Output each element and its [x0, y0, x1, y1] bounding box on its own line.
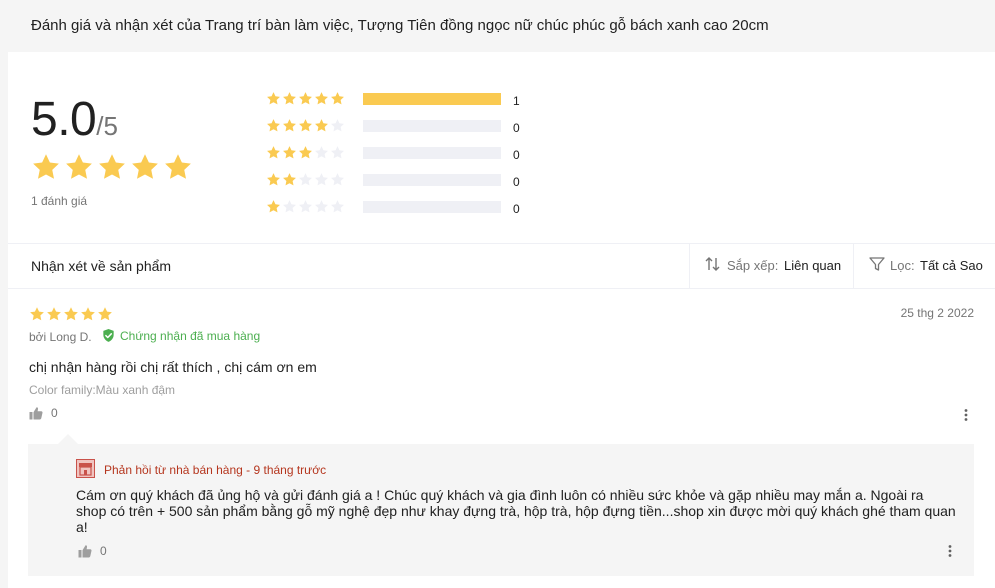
filter-button[interactable]: Lọc: Tất cả Sao [853, 244, 995, 288]
star-icon [66, 154, 92, 179]
sort-label: Sắp xếp: [727, 258, 779, 273]
more-vertical-icon[interactable] [942, 543, 958, 559]
sort-value: Liên quan [784, 258, 842, 273]
like-count: 0 [51, 406, 58, 420]
filter-funnel-icon [869, 257, 885, 271]
distribution-bar [363, 147, 501, 159]
distribution-stars [266, 145, 345, 160]
distribution-stars [266, 172, 345, 187]
star-icon [331, 173, 344, 186]
sort-arrows-icon [705, 257, 720, 271]
verified-label: Chứng nhận đã mua hàng [120, 328, 261, 343]
distribution-row-2-star[interactable]: 0 [266, 171, 566, 198]
star-icon [267, 200, 280, 213]
star-icon [33, 154, 59, 179]
reviews-panel: 5.0/5 1 đánh giá 1 0 0 0 0 Nhận xét về sản p… [8, 52, 995, 588]
rating-count: 1 đánh giá [31, 194, 88, 208]
star-icon [331, 92, 344, 105]
rating-distribution: 1 0 0 0 0 [266, 90, 566, 225]
sort-button[interactable]: Sắp xếp: Liên quan [689, 244, 853, 288]
star-icon [283, 200, 296, 213]
distribution-bar [363, 120, 501, 132]
distribution-row-5-star[interactable]: 1 [266, 90, 566, 117]
distribution-bar [363, 174, 501, 186]
distribution-stars [266, 91, 345, 106]
average-score: 5.0/5 [31, 92, 118, 147]
seller-shop-icon [76, 459, 95, 478]
star-icon [315, 92, 328, 105]
distribution-bar-fill [363, 93, 501, 105]
review-date: 25 thg 2 2022 [900, 306, 974, 320]
verified-purchase-badge: Chứng nhận đã mua hàng [101, 328, 260, 343]
distribution-count: 0 [513, 148, 520, 162]
star-icon [283, 146, 296, 159]
reviews-toolbar: Nhận xét về sản phẩm Sắp xếp: Liên quan … [8, 243, 995, 289]
star-icon [299, 200, 312, 213]
star-icon [315, 173, 328, 186]
star-icon [267, 92, 280, 105]
review-author: bởi Long D. [29, 330, 92, 344]
distribution-row-1-star[interactable]: 0 [266, 198, 566, 225]
seller-reply: Phản hồi từ nhà bán hàng - 9 tháng trước… [28, 434, 974, 576]
star-icon [299, 92, 312, 105]
star-icon [331, 200, 344, 213]
star-icon [299, 173, 312, 186]
distribution-row-3-star[interactable]: 0 [266, 144, 566, 171]
seller-reply-content: Cám ơn quý khách đã ủng hộ và gửi đánh g… [76, 487, 956, 535]
star-icon [331, 146, 344, 159]
distribution-row-4-star[interactable]: 0 [266, 117, 566, 144]
star-icon [30, 307, 44, 321]
review-sku: Color family:Màu xanh đậm [29, 383, 176, 397]
star-icon [99, 154, 125, 179]
average-stars [31, 152, 193, 182]
title-bar: Đánh giá và nhận xét của Trang trí bàn l… [0, 0, 995, 52]
review-content: chị nhận hàng rồi chị rất thích , chị cá… [29, 359, 317, 375]
average-value: 5.0 [31, 93, 97, 146]
average-max: /5 [96, 111, 118, 141]
distribution-bar [363, 201, 501, 213]
more-vertical-icon[interactable] [958, 407, 974, 423]
star-icon [267, 146, 280, 159]
star-icon [98, 307, 112, 321]
distribution-count: 0 [513, 202, 520, 216]
star-icon [47, 307, 61, 321]
star-icon [64, 307, 78, 321]
star-icon [331, 119, 344, 132]
distribution-stars [266, 118, 345, 133]
reply-like-count: 0 [100, 544, 107, 558]
star-icon [315, 146, 328, 159]
section-title: Nhận xét về sản phẩm [31, 258, 172, 274]
verified-badge-icon [103, 328, 114, 342]
star-icon [267, 119, 280, 132]
reply-like-button[interactable]: 0 [78, 544, 107, 558]
distribution-bar [363, 93, 501, 105]
star-icon [283, 92, 296, 105]
filter-label: Lọc: [890, 258, 915, 273]
star-icon [81, 307, 95, 321]
star-icon [299, 146, 312, 159]
distribution-count: 0 [513, 175, 520, 189]
page-title: Đánh giá và nhận xét của Trang trí bàn l… [31, 17, 769, 34]
distribution-count: 1 [513, 94, 520, 108]
star-icon [267, 173, 280, 186]
thumbs-up-icon [29, 407, 43, 420]
review-stars [29, 306, 113, 322]
star-icon [132, 154, 158, 179]
review-item: 25 thg 2 2022 bởi Long D. Chứng nhận đã … [8, 289, 995, 588]
seller-reply-header: Phản hồi từ nhà bán hàng - 9 tháng trước [104, 463, 327, 477]
filter-value: Tất cả Sao [920, 258, 983, 273]
star-icon [283, 119, 296, 132]
distribution-stars [266, 199, 345, 214]
star-icon [165, 154, 191, 179]
like-button[interactable]: 0 [29, 406, 58, 420]
star-icon [283, 173, 296, 186]
thumbs-up-icon [78, 545, 92, 558]
distribution-count: 0 [513, 121, 520, 135]
star-icon [315, 119, 328, 132]
star-icon [315, 200, 328, 213]
star-icon [299, 119, 312, 132]
